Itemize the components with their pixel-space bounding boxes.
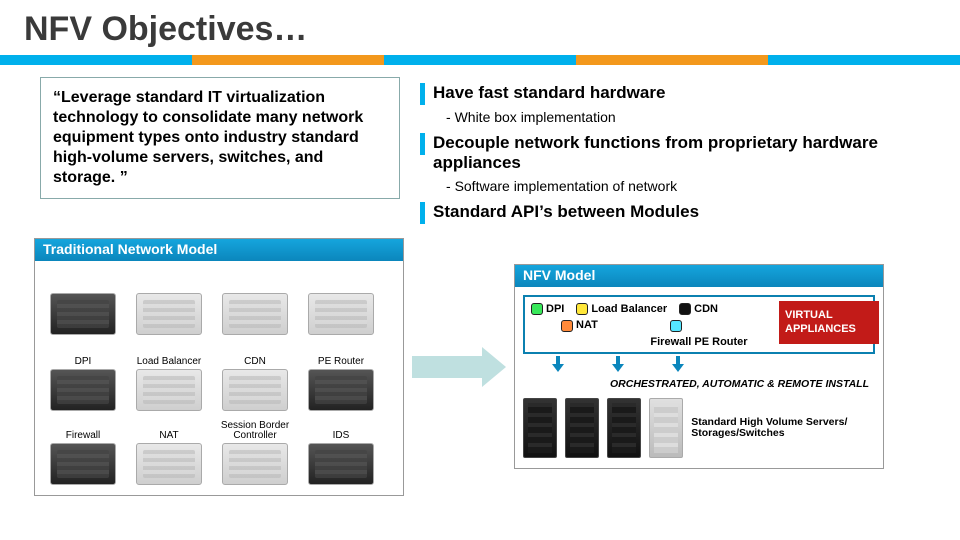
hardware-grid: DPI Load Balancer CDN PE Router Firewall… — [43, 267, 395, 485]
device-icon — [222, 369, 288, 411]
down-arrow-icon — [553, 356, 563, 372]
objective-sub: Software implementation of network — [446, 178, 940, 194]
device-icon — [222, 293, 288, 335]
down-arrow-icon — [613, 356, 623, 372]
arrow-right-icon — [404, 347, 514, 387]
hw-item: DPI — [46, 357, 120, 411]
virtual-appliances-label: VIRTUAL APPLIANCES — [779, 301, 879, 343]
hw-label: IDS — [333, 431, 350, 441]
servers-caption: Standard High Volume Servers/ Storages/S… — [691, 417, 875, 440]
device-icon — [136, 443, 202, 485]
vf-icon — [670, 320, 682, 332]
hw-item — [132, 293, 206, 337]
device-icon — [308, 443, 374, 485]
panel-title: Traditional Network Model — [35, 239, 403, 261]
hw-item: PE Router — [304, 357, 378, 411]
hw-item — [46, 293, 120, 337]
hw-label: DPI — [75, 357, 92, 367]
vf-icon — [576, 303, 588, 315]
bullet-bar — [420, 202, 425, 224]
objective-heading: Standard API’s between Modules — [433, 202, 699, 222]
stripe-seg — [768, 55, 960, 65]
page-title: NFV Objectives… — [0, 0, 960, 55]
server-icon — [649, 398, 683, 458]
hw-label: Firewall — [66, 431, 100, 441]
stripe-seg — [576, 55, 768, 65]
objective: Have fast standard hardware — [420, 83, 940, 105]
device-icon — [50, 293, 116, 335]
hw-label: Session Border Controller — [218, 421, 292, 441]
objective: Standard API’s between Modules — [420, 202, 940, 224]
device-icon — [50, 369, 116, 411]
server-icon — [565, 398, 599, 458]
stripe-seg — [0, 55, 192, 65]
hw-item: NAT — [132, 431, 206, 485]
stripe-seg — [384, 55, 576, 65]
panel-nfv: NFV Model VIRTUAL APPLIANCES DPI Load Ba… — [514, 264, 884, 469]
hw-item: IDS — [304, 431, 378, 485]
stripe-seg — [192, 55, 384, 65]
quote-box: “Leverage standard IT virtualization tec… — [40, 77, 400, 199]
accent-stripe — [0, 55, 960, 65]
objective-heading: Have fast standard hardware — [433, 83, 665, 103]
hw-item: Firewall — [46, 431, 120, 485]
panel-title: NFV Model — [515, 265, 883, 287]
down-arrow-icon — [673, 356, 683, 372]
device-icon — [136, 293, 202, 335]
bullet-bar — [420, 133, 425, 155]
device-icon — [308, 293, 374, 335]
objectives-list: Have fast standard hardware White box im… — [420, 77, 940, 226]
vf-label: CDN — [694, 303, 718, 315]
hw-label: PE Router — [318, 357, 364, 367]
device-icon — [136, 369, 202, 411]
panel-traditional: Traditional Network Model DPI Load Balan… — [34, 238, 404, 496]
hw-item — [304, 293, 378, 337]
hw-label: NAT — [159, 431, 178, 441]
hw-item: CDN — [218, 357, 292, 411]
hw-label: CDN — [244, 357, 266, 367]
hw-item: Load Balancer — [132, 357, 206, 411]
server-icon — [523, 398, 557, 458]
server-icon — [607, 398, 641, 458]
vf-icon — [679, 303, 691, 315]
vf-label: DPI — [546, 303, 564, 315]
objective-heading: Decouple network functions from propriet… — [433, 133, 940, 174]
virtual-appliances-box: VIRTUAL APPLIANCES DPI Load Balancer CDN… — [523, 295, 875, 353]
hw-item: Session Border Controller — [218, 421, 292, 485]
bullet-bar — [420, 83, 425, 105]
device-icon — [308, 369, 374, 411]
orchestration-caption: ORCHESTRATED, AUTOMATIC & REMOTE INSTALL — [523, 378, 875, 391]
vf-icon — [531, 303, 543, 315]
vf-label: Load Balancer — [591, 303, 667, 315]
objective-sub: White box implementation — [446, 109, 940, 125]
vf-icon — [561, 320, 573, 332]
hw-label: Load Balancer — [137, 357, 202, 367]
vf-label: NAT — [576, 319, 598, 331]
device-icon — [50, 443, 116, 485]
device-icon — [222, 443, 288, 485]
hw-item — [218, 293, 292, 337]
objective: Decouple network functions from propriet… — [420, 133, 940, 174]
